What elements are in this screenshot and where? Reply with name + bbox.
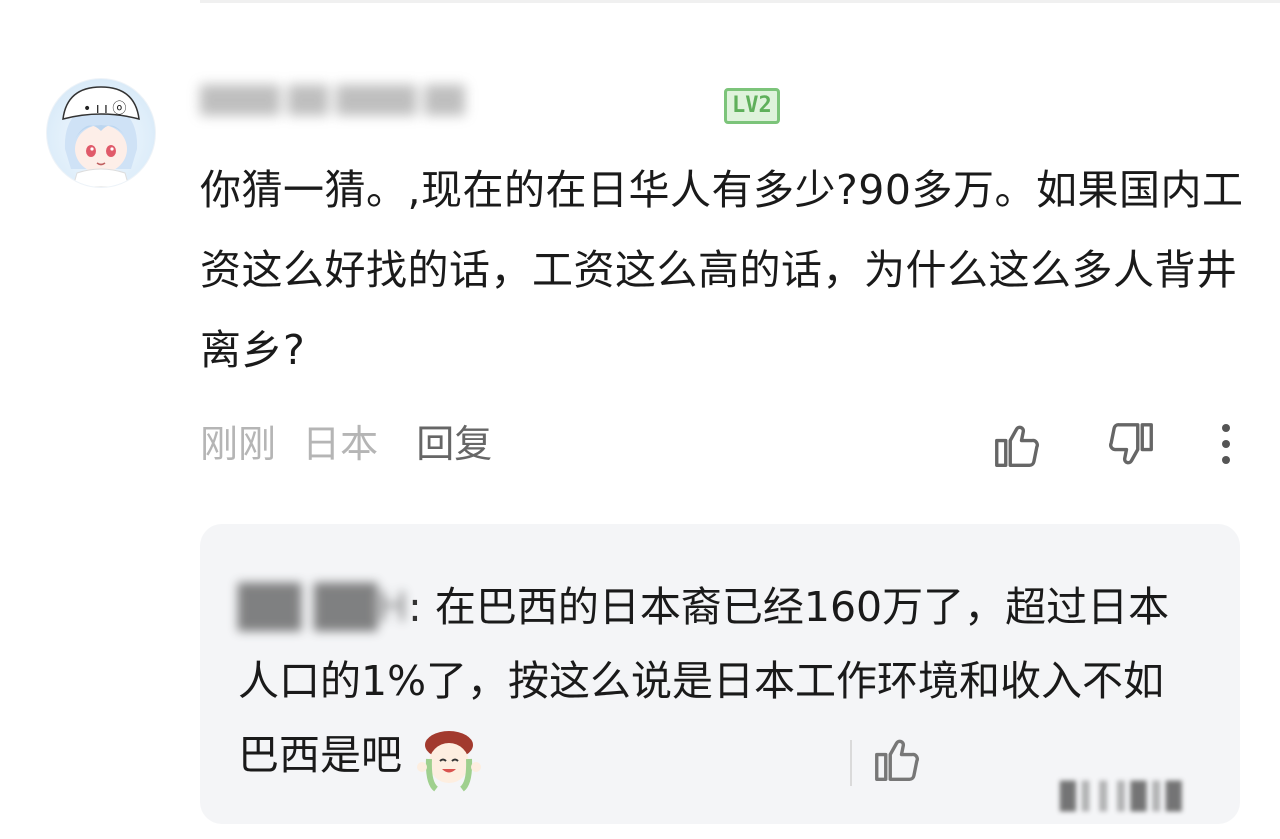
sub-reply-card[interactable]: ██ ██H: 在巴西的日本裔已经160万了，超过日本人口的1%了，按这么说是日…: [200, 524, 1240, 824]
sub-reply-content: ██ ██H: 在巴西的日本裔已经160万了，超过日本人口的1%了，按这么说是日…: [238, 570, 1198, 793]
sub-reply-author[interactable]: ██ ██H: [238, 570, 408, 644]
reply-like-button[interactable]: [870, 732, 924, 790]
username[interactable]: ████ ██ ████ ██: [200, 80, 720, 122]
dislike-button[interactable]: [1104, 418, 1158, 476]
comment-text: 你猜一猜。,现在的在日华人有多少?90多万。如果国内工资这么好找的话，工资这么高…: [200, 166, 1244, 374]
reply-button[interactable]: 回复: [416, 422, 492, 466]
comment-location: 日本: [302, 422, 379, 466]
reply-divider: [850, 740, 852, 786]
thumbs-down-icon: [1109, 423, 1153, 465]
comment-time: 刚刚: [200, 422, 277, 466]
comment-meta: 刚刚 日本 回复: [200, 416, 506, 472]
sub-reply-colon: :: [408, 583, 435, 631]
thumbs-up-icon: [995, 425, 1039, 467]
anime-avatar-icon: • ı ı ⓞ: [62, 86, 140, 187]
level-badge: LV2: [724, 88, 780, 124]
svg-text:• ı ı ⓞ: • ı ı ⓞ: [83, 101, 126, 117]
top-divider: [200, 0, 1280, 3]
more-vertical-icon: [1222, 424, 1230, 464]
thumbs-up-icon: [875, 739, 919, 781]
watermark: █║║║█║█: [1060, 782, 1184, 812]
more-button[interactable]: [1208, 420, 1244, 474]
sticker-emoji-icon: [414, 723, 484, 793]
like-button[interactable]: [990, 418, 1044, 476]
avatar[interactable]: • ı ı ⓞ: [46, 78, 156, 188]
